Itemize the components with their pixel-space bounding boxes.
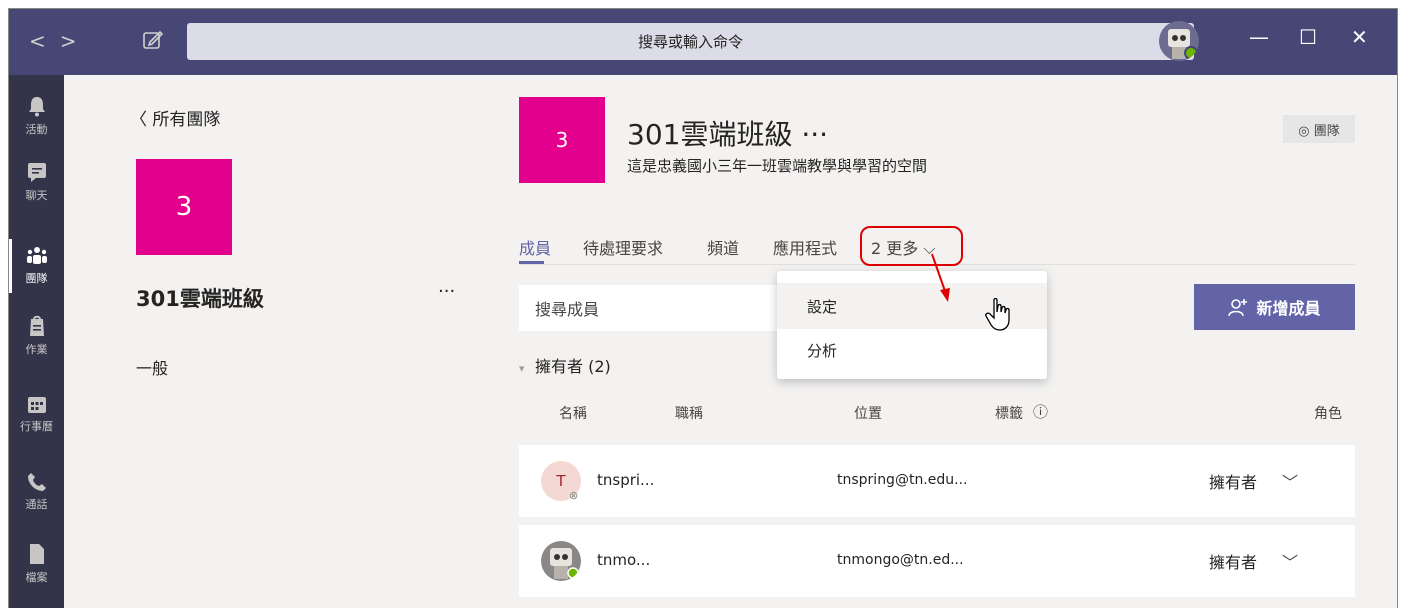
robot-avatar-icon: [541, 541, 581, 581]
user-avatar[interactable]: [1159, 21, 1199, 61]
compose-icon[interactable]: [142, 29, 164, 51]
maximize-button[interactable]: ☐: [1299, 25, 1317, 49]
rail-item-calendar[interactable]: 行事曆: [9, 381, 64, 447]
title-bar: <> 搜尋或輸入命令 — ☐ ✕: [9, 9, 1397, 75]
member-search-placeholder: 搜尋成員: [535, 300, 600, 319]
rail-item-teams[interactable]: 團隊: [9, 233, 64, 299]
rail-label: 活動: [25, 123, 48, 136]
search-placeholder: 搜尋或輸入命令: [637, 33, 743, 51]
rail-label: 作業: [25, 343, 48, 356]
chat-icon: [27, 163, 46, 182]
rail-label: 行事曆: [20, 420, 53, 433]
teams-icon: [26, 247, 47, 264]
team-title: 301雲端班級 ···: [627, 118, 829, 151]
column-tags: 標籤: [995, 406, 1023, 422]
collapse-caret-icon: ▾: [519, 362, 536, 375]
annotation-arrow-icon: [931, 253, 950, 302]
nav-arrows: <>: [29, 29, 91, 53]
bell-icon: [28, 97, 45, 117]
app-window: <> 搜尋或輸入命令 — ☐ ✕ 活動 聊天 團隊 作業 行事曆 通話 檔案 〈…: [8, 8, 1398, 608]
rail-label: 團隊: [25, 272, 48, 285]
column-name: 名稱: [559, 406, 587, 422]
minimize-button[interactable]: —: [1249, 25, 1269, 49]
table-row[interactable]: T ⊗ tnspri... tnspring@tn.edu... 擁有者 ﹀: [519, 445, 1355, 517]
tab-members[interactable]: 成員: [519, 235, 551, 259]
rail-item-files[interactable]: 檔案: [9, 531, 64, 597]
avatar: [541, 541, 581, 581]
member-email: tnmongo@tn.ed...: [837, 552, 964, 568]
member-name: tnspri...: [597, 471, 655, 489]
chevron-left-icon: 〈: [130, 110, 153, 130]
forward-arrow-icon[interactable]: >: [60, 29, 91, 53]
team-description: 這是忠義國小三年一班雲端教學與學習的空間: [627, 157, 928, 175]
back-to-teams-link[interactable]: 〈 所有團隊: [130, 105, 220, 130]
team-panel: 〈 所有團隊 3 301雲端班級 ··· 一般: [64, 75, 480, 608]
chevron-down-icon[interactable]: ﹀: [1282, 549, 1298, 573]
rail-label: 通話: [25, 498, 48, 511]
owners-label: 擁有者 (2): [535, 357, 611, 376]
team-tile-large: 3: [136, 159, 232, 255]
files-icon: [29, 544, 44, 564]
status-unknown-icon: ⊗: [569, 489, 579, 502]
info-icon[interactable]: ⓘ: [1033, 401, 1048, 422]
channel-general[interactable]: 一般: [136, 355, 168, 379]
column-role: 角色: [1314, 406, 1342, 422]
table-row[interactable]: tnmo... tnmongo@tn.ed... 擁有者 ﹀: [519, 525, 1355, 597]
team-tile-small: 3: [519, 97, 605, 183]
add-member-button[interactable]: 新增成員: [1194, 284, 1355, 330]
column-location: 位置: [854, 406, 882, 422]
rail-item-calls[interactable]: 通話: [9, 459, 64, 525]
chevron-down-icon[interactable]: ﹀: [1282, 469, 1298, 493]
add-person-icon: [1228, 299, 1248, 317]
view-team-button[interactable]: ◎ 團隊: [1283, 115, 1355, 143]
rail-item-chat[interactable]: 聊天: [9, 149, 64, 215]
app-rail: 活動 聊天 團隊 作業 行事曆 通話 檔案: [9, 75, 64, 608]
add-member-label: 新增成員: [1256, 299, 1321, 318]
menu-item-analytics[interactable]: 分析: [777, 327, 1047, 373]
calendar-icon: [27, 397, 46, 413]
rail-label: 聊天: [25, 189, 48, 202]
member-role[interactable]: 擁有者: [1209, 469, 1257, 493]
column-title: 職稱: [675, 406, 703, 422]
rail-item-activity[interactable]: 活動: [9, 83, 64, 149]
rail-item-assignments[interactable]: 作業: [9, 303, 64, 369]
member-name: tnmo...: [597, 551, 651, 569]
tab-pending-requests[interactable]: 待處理要求: [583, 235, 663, 259]
team-more-options-button[interactable]: ···: [438, 281, 455, 302]
scrollbar-edge[interactable]: [1395, 113, 1397, 153]
team-name: 301雲端班級: [136, 287, 264, 311]
command-search-box[interactable]: 搜尋或輸入命令: [187, 23, 1194, 60]
assignments-icon: [29, 315, 44, 336]
phone-icon: [27, 473, 46, 491]
member-search-input[interactable]: 搜尋成員: [519, 285, 795, 331]
member-role[interactable]: 擁有者: [1209, 549, 1257, 573]
back-label: 所有團隊: [152, 110, 221, 130]
owners-section-header[interactable]: ▾ 擁有者 (2): [519, 353, 611, 377]
tab-apps[interactable]: 應用程式: [773, 235, 837, 259]
close-button[interactable]: ✕: [1351, 25, 1368, 49]
robot-avatar-icon: [1159, 21, 1199, 61]
tab-channels[interactable]: 頻道: [707, 235, 739, 259]
rail-label: 檔案: [25, 571, 48, 584]
member-email: tnspring@tn.edu...: [837, 472, 968, 488]
hand-cursor-icon: [985, 298, 1010, 331]
back-arrow-icon[interactable]: <: [29, 29, 60, 53]
